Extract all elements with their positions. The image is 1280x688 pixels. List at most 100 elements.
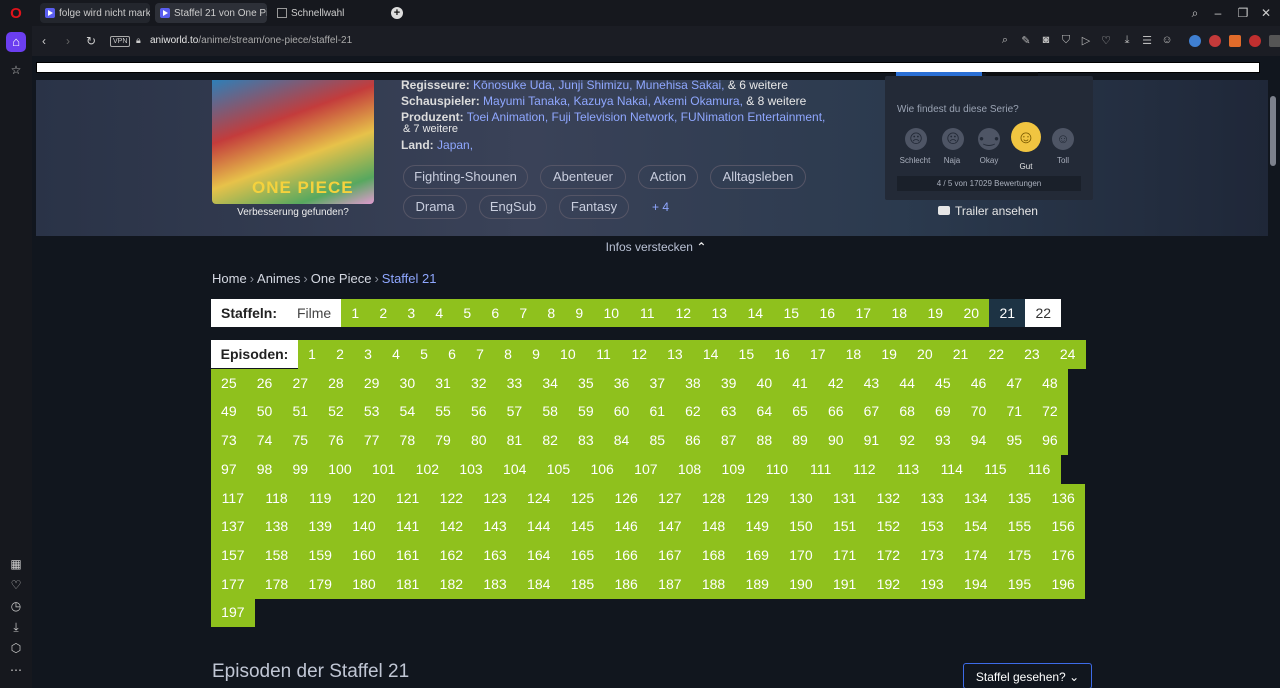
- episode-button[interactable]: 125: [561, 484, 605, 513]
- episode-button[interactable]: 105: [537, 455, 581, 484]
- episode-button[interactable]: 131: [823, 484, 867, 513]
- camera-icon[interactable]: ◙: [1039, 34, 1053, 46]
- star-icon[interactable]: ☆: [8, 62, 24, 78]
- download-icon[interactable]: ⤓: [8, 619, 24, 635]
- heart-icon[interactable]: ♡: [1099, 34, 1113, 47]
- episode-button[interactable]: 97: [211, 455, 247, 484]
- episode-button[interactable]: 129: [735, 484, 779, 513]
- episode-button[interactable]: 148: [692, 512, 736, 541]
- episode-button[interactable]: 9: [522, 340, 550, 369]
- episode-button[interactable]: 189: [735, 570, 779, 599]
- actors-more[interactable]: & 8 weitere: [746, 94, 806, 108]
- episode-button[interactable]: 157: [211, 541, 255, 570]
- back-icon[interactable]: ‹: [42, 34, 46, 48]
- episode-button[interactable]: 109: [711, 455, 755, 484]
- lock-icon[interactable]: 🔒︎: [136, 35, 141, 46]
- genre-chip[interactable]: EngSub: [479, 195, 547, 219]
- episode-button[interactable]: 193: [910, 570, 954, 599]
- episode-button[interactable]: 175: [998, 541, 1042, 570]
- episode-button[interactable]: 77: [354, 426, 390, 455]
- episode-button[interactable]: 178: [255, 570, 299, 599]
- season-button[interactable]: 13: [701, 299, 738, 327]
- episode-button[interactable]: 88: [747, 426, 783, 455]
- directors-more[interactable]: & 6 weitere: [728, 78, 788, 92]
- list-icon[interactable]: ☰: [1140, 34, 1154, 47]
- episode-button[interactable]: 133: [910, 484, 954, 513]
- episode-button[interactable]: 2: [326, 340, 354, 369]
- episode-button[interactable]: 138: [255, 512, 299, 541]
- episode-button[interactable]: 184: [517, 570, 561, 599]
- episode-button[interactable]: 18: [836, 340, 872, 369]
- download-icon[interactable]: ⤓: [1120, 34, 1134, 47]
- episode-button[interactable]: 197: [211, 598, 255, 627]
- episode-button[interactable]: 122: [430, 484, 474, 513]
- episode-button[interactable]: 41: [782, 369, 818, 398]
- episode-button[interactable]: 33: [497, 369, 533, 398]
- extension-icon[interactable]: [1189, 35, 1201, 47]
- episode-button[interactable]: 58: [532, 397, 568, 426]
- episode-button[interactable]: 75: [282, 426, 318, 455]
- episode-button[interactable]: 14: [693, 340, 729, 369]
- season-button[interactable]: 9: [565, 299, 594, 327]
- episode-button[interactable]: 17: [800, 340, 836, 369]
- genre-chip[interactable]: Fighting-Shounen: [403, 165, 528, 189]
- episode-button[interactable]: 57: [497, 397, 533, 426]
- neutral-face-icon[interactable]: •‿•: [978, 128, 1000, 150]
- episode-button[interactable]: 119: [298, 484, 342, 513]
- episode-button[interactable]: 192: [867, 570, 911, 599]
- episode-button[interactable]: 135: [998, 484, 1042, 513]
- episode-button[interactable]: 114: [930, 455, 974, 484]
- episode-button[interactable]: 66: [818, 397, 854, 426]
- episode-button[interactable]: 165: [561, 541, 605, 570]
- episode-button[interactable]: 61: [639, 397, 675, 426]
- episode-button[interactable]: 167: [648, 541, 692, 570]
- episode-button[interactable]: 187: [648, 570, 692, 599]
- extension-icon[interactable]: [1229, 35, 1241, 47]
- episode-button[interactable]: 103: [449, 455, 493, 484]
- shield-icon[interactable]: ⛉: [1059, 34, 1073, 47]
- scrollbar[interactable]: [1270, 96, 1276, 166]
- season-button[interactable]: 2: [369, 299, 398, 327]
- season-button[interactable]: 6: [481, 299, 510, 327]
- episode-button[interactable]: 143: [473, 512, 517, 541]
- season-button[interactable]: 8: [537, 299, 566, 327]
- season-button[interactable]: 18: [881, 299, 918, 327]
- episode-button[interactable]: 49: [211, 397, 247, 426]
- episode-button[interactable]: 115: [974, 455, 1018, 484]
- episode-button[interactable]: 34: [532, 369, 568, 398]
- new-tab-icon[interactable]: +: [391, 7, 403, 19]
- episode-button[interactable]: 162: [430, 541, 474, 570]
- episode-button[interactable]: 42: [818, 369, 854, 398]
- episode-button[interactable]: 8: [494, 340, 522, 369]
- episode-button[interactable]: 74: [247, 426, 283, 455]
- episode-button[interactable]: 82: [532, 426, 568, 455]
- episode-button[interactable]: 39: [711, 369, 747, 398]
- directors-links[interactable]: Kōnosuke Uda, Junji Shimizu, Munehisa Sa…: [473, 78, 724, 92]
- episode-button[interactable]: 180: [342, 570, 386, 599]
- history-icon[interactable]: ◷: [8, 598, 24, 614]
- episode-button[interactable]: 170: [779, 541, 823, 570]
- episode-button[interactable]: 152: [867, 512, 911, 541]
- episode-button[interactable]: 169: [735, 541, 779, 570]
- episode-button[interactable]: 186: [604, 570, 648, 599]
- episode-button[interactable]: 94: [961, 426, 997, 455]
- episode-button[interactable]: 86: [675, 426, 711, 455]
- producers-more[interactable]: & 7 weitere: [403, 123, 458, 135]
- episode-button[interactable]: 65: [782, 397, 818, 426]
- extension-icon[interactable]: [1269, 35, 1280, 47]
- episode-button[interactable]: 182: [430, 570, 474, 599]
- episode-button[interactable]: 63: [711, 397, 747, 426]
- episode-button[interactable]: 128: [692, 484, 736, 513]
- episode-button[interactable]: 28: [318, 369, 354, 398]
- episode-button[interactable]: 73: [211, 426, 247, 455]
- episode-button[interactable]: 112: [843, 455, 887, 484]
- episode-button[interactable]: 196: [1041, 570, 1085, 599]
- episode-button[interactable]: 85: [639, 426, 675, 455]
- episode-button[interactable]: 146: [604, 512, 648, 541]
- episode-button[interactable]: 11: [586, 340, 622, 369]
- extension-icon[interactable]: [1209, 35, 1221, 47]
- genre-chip[interactable]: Action: [638, 165, 698, 189]
- episode-button[interactable]: 67: [854, 397, 890, 426]
- episode-button[interactable]: 71: [996, 397, 1032, 426]
- episode-button[interactable]: 70: [961, 397, 997, 426]
